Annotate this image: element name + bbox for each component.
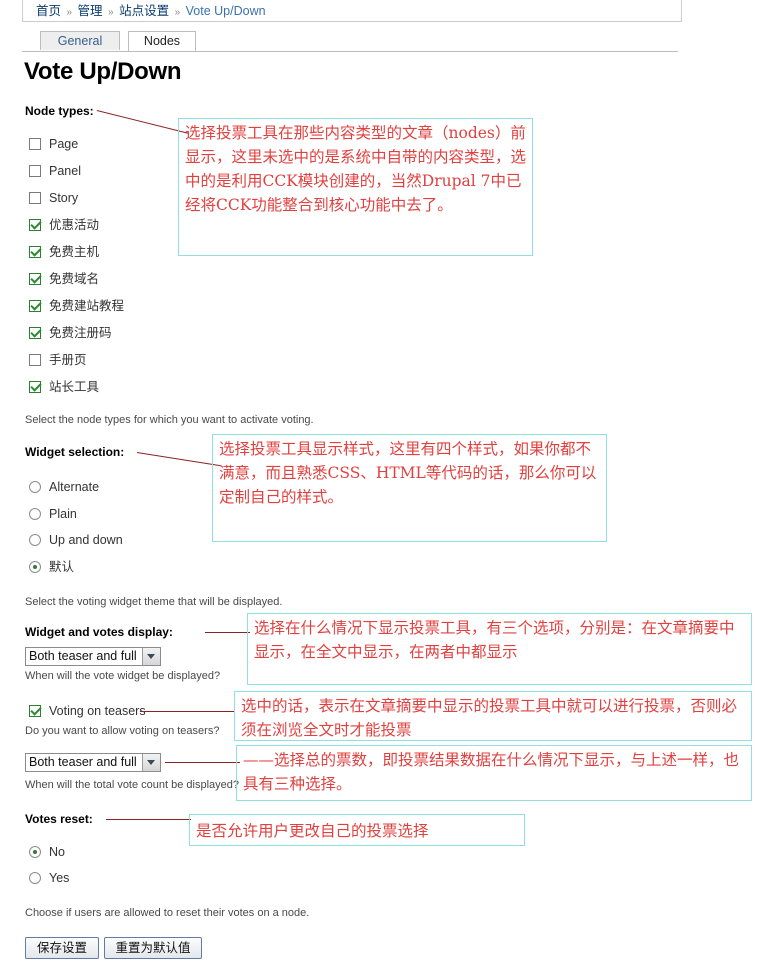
annotation-votes-reset: 是否允许用户更改自己的投票选择	[189, 814, 525, 846]
radio-alternate[interactable]: Alternate	[29, 480, 99, 495]
annotation-widget-display: 选择在什么情况下显示投票工具，有三个选项，分别是：在文章摘要中显示，在全文中显示…	[247, 613, 752, 685]
checkbox-box	[29, 165, 41, 177]
breadcrumb-item-home[interactable]: 首页	[36, 4, 61, 18]
radio-circle	[29, 481, 41, 493]
checkbox-youhui-huodong[interactable]: 优惠活动	[29, 218, 99, 233]
radio-label: Alternate	[49, 480, 100, 494]
checkbox-box	[29, 192, 41, 204]
radio-circle	[29, 872, 41, 884]
leader-line-voting-on-teasers	[140, 711, 235, 712]
radio-label: Up and down	[49, 533, 123, 547]
widget-display-description: When will the vote widget be displayed?	[25, 670, 221, 682]
leader-line-vote-count-display	[165, 762, 240, 763]
checkbox-mianfei-jianzhan-jiaocheng[interactable]: 免费建站教程	[29, 299, 124, 314]
breadcrumb-separator: »	[174, 7, 181, 18]
leader-line-votes-reset	[106, 819, 191, 820]
checkbox-label: Voting on teasers	[49, 704, 146, 718]
chevron-down-icon	[142, 754, 160, 771]
checkbox-label: Page	[49, 137, 79, 151]
leader-line-node-types	[96, 110, 190, 134]
checkbox-mianfei-zhuji[interactable]: 免费主机	[29, 245, 99, 260]
checkbox-shouceye[interactable]: 手册页	[29, 353, 87, 368]
save-button[interactable]: 保存设置	[25, 937, 99, 959]
checkbox-label: 站长工具	[49, 380, 100, 394]
breadcrumb-separator: »	[66, 7, 73, 18]
page-title: Vote Up/Down	[24, 58, 182, 85]
chevron-down-icon	[142, 648, 160, 665]
radio-label: Yes	[49, 871, 70, 885]
node-types-label: Node types:	[25, 104, 94, 118]
checkbox-box	[29, 327, 41, 339]
checkbox-label: 免费注册码	[49, 326, 112, 340]
checkbox-box	[29, 381, 41, 393]
radio-votes-reset-yes[interactable]: Yes	[29, 871, 69, 886]
radio-label: Plain	[49, 507, 77, 521]
checkbox-page[interactable]: Page	[29, 137, 78, 152]
checkbox-story[interactable]: Story	[29, 191, 78, 206]
radio-moren[interactable]: 默认	[29, 560, 74, 575]
checkbox-panel[interactable]: Panel	[29, 164, 81, 179]
annotation-node-types: 选择投票工具在那些内容类型的文章（nodes）前显示，这里未选中的是系统中自带的…	[178, 118, 533, 256]
checkbox-label: 优惠活动	[49, 218, 100, 232]
breadcrumb-item-site-settings[interactable]: 站点设置	[119, 4, 169, 18]
radio-circle	[29, 561, 41, 573]
widget-selection-description: Select the voting widget theme that will…	[25, 596, 283, 608]
radio-label: 默认	[49, 560, 75, 574]
radio-circle	[29, 846, 41, 858]
widget-votes-display-label: Widget and votes display:	[25, 625, 173, 639]
checkbox-box	[29, 219, 41, 231]
checkbox-zhanzhang-gongju[interactable]: 站长工具	[29, 380, 99, 395]
vote-count-select-value: Both teaser and full	[29, 755, 137, 769]
breadcrumb-separator: »	[108, 7, 114, 18]
radio-plain[interactable]: Plain	[29, 507, 77, 522]
leader-line-widget-selection	[136, 452, 221, 467]
breadcrumb-item-current: Vote Up/Down	[185, 4, 266, 18]
checkbox-box	[29, 705, 41, 717]
widget-display-select[interactable]: Both teaser and full	[25, 647, 161, 666]
radio-label: No	[49, 845, 65, 859]
widget-display-select-value: Both teaser and full	[29, 649, 137, 663]
checkbox-label: Story	[49, 191, 79, 205]
votes-reset-label: Votes reset:	[25, 812, 93, 826]
checkbox-voting-on-teasers[interactable]: Voting on teasers	[29, 704, 146, 719]
checkbox-mianfei-yuming[interactable]: 免费域名	[29, 272, 99, 287]
radio-circle	[29, 508, 41, 520]
checkbox-box	[29, 246, 41, 258]
checkbox-label: Panel	[49, 164, 81, 178]
radio-up-and-down[interactable]: Up and down	[29, 533, 123, 548]
checkbox-label: 免费建站教程	[49, 299, 125, 313]
checkbox-label: 免费主机	[49, 245, 100, 259]
tab-nodes[interactable]: Nodes	[128, 31, 196, 51]
teaser-description: Do you want to allow voting on teasers?	[25, 725, 220, 737]
node-types-description: Select the node types for which you want…	[25, 414, 314, 426]
tab-general[interactable]: General	[40, 31, 120, 50]
breadcrumb-item-admin[interactable]: 管理	[78, 4, 103, 18]
vote-count-description: When will the total vote count be displa…	[25, 779, 240, 791]
annotation-vote-count-display: ——选择总的票数，即投票结果数据在什么情况下显示，与上述一样，也具有三种选择。	[236, 745, 752, 801]
breadcrumb: 首页 » 管理 » 站点设置 » Vote Up/Down	[36, 3, 266, 21]
checkbox-box	[29, 273, 41, 285]
leader-line-widget-display	[205, 632, 250, 633]
radio-votes-reset-no[interactable]: No	[29, 845, 65, 860]
checkbox-label: 免费域名	[49, 272, 100, 286]
annotation-widget-selection: 选择投票工具显示样式，这里有四个样式，如果你都不满意，而且熟悉CSS、HTML等…	[212, 434, 607, 542]
checkbox-box	[29, 300, 41, 312]
tab-bar: General Nodes	[22, 31, 678, 52]
checkbox-box	[29, 354, 41, 366]
vote-count-display-select[interactable]: Both teaser and full	[25, 753, 161, 772]
votes-reset-description: Choose if users are allowed to reset the…	[25, 907, 310, 919]
widget-selection-label: Widget selection:	[25, 445, 125, 459]
annotation-voting-on-teasers: 选中的话，表示在文章摘要中显示的投票工具中就可以进行投票，否则必须在浏览全文时才…	[234, 691, 752, 741]
checkbox-mianfei-zhucema[interactable]: 免费注册码	[29, 326, 112, 341]
checkbox-box	[29, 138, 41, 150]
checkbox-label: 手册页	[49, 353, 87, 367]
radio-circle	[29, 534, 41, 546]
reset-to-default-button[interactable]: 重置为默认值	[104, 937, 202, 959]
